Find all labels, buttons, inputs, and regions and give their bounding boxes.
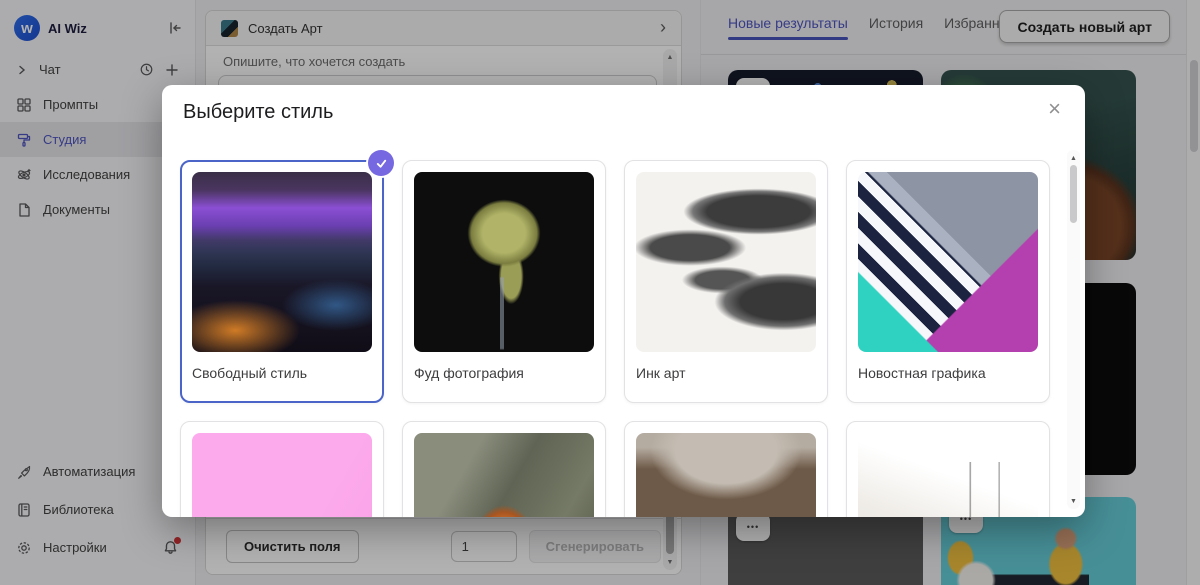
selected-check-icon xyxy=(368,150,394,176)
style-card-food-photo[interactable]: Фуд фотография xyxy=(402,160,606,403)
style-card-free-style[interactable]: Свободный стиль xyxy=(180,160,384,403)
modal-title: Выберите стиль xyxy=(183,101,333,124)
style-label: Фуд фотография xyxy=(414,365,594,381)
style-card-news-graphics[interactable]: Новостная графика xyxy=(846,160,1050,403)
style-image-fox xyxy=(414,433,594,517)
scroll-down-icon[interactable]: ▼ xyxy=(1070,495,1077,507)
style-image-night-city xyxy=(192,172,372,352)
style-image-interior xyxy=(858,433,1038,517)
style-image-geometric xyxy=(858,172,1038,352)
style-card-ink-art[interactable]: Инк арт xyxy=(624,160,828,403)
style-label: Свободный стиль xyxy=(192,365,372,381)
style-image-portrait xyxy=(636,433,816,517)
style-image-spaghetti xyxy=(414,172,594,352)
scroll-up-icon[interactable]: ▲ xyxy=(1070,152,1077,164)
scrollbar-thumb[interactable] xyxy=(1070,165,1077,223)
style-label: Новостная графика xyxy=(858,365,1038,381)
style-image-ink xyxy=(636,172,816,352)
style-card-interior[interactable] xyxy=(846,421,1050,517)
style-card-pink[interactable] xyxy=(180,421,384,517)
style-card-portrait[interactable] xyxy=(624,421,828,517)
close-icon[interactable]: × xyxy=(1048,98,1061,120)
style-image-pink xyxy=(192,433,372,517)
modal-scrollbar[interactable]: ▲ ▼ xyxy=(1067,150,1080,509)
style-label: Инк арт xyxy=(636,365,816,381)
style-card-fox[interactable] xyxy=(402,421,606,517)
styles-grid: Свободный стиль Фуд фотография Инк арт Н… xyxy=(180,160,1050,517)
choose-style-modal: Выберите стиль × Свободный стиль Фуд фот… xyxy=(162,85,1085,517)
